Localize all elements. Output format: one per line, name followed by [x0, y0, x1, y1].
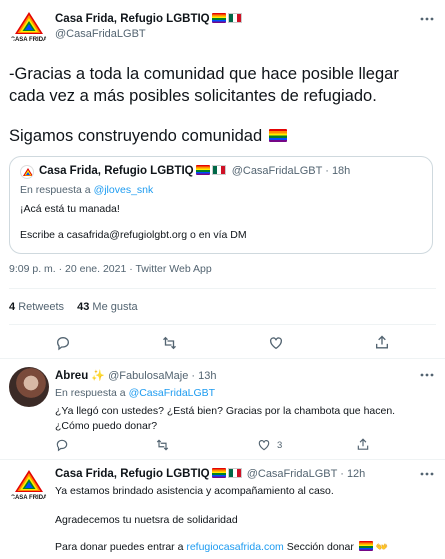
reply-time[interactable]: · 12h	[340, 468, 365, 480]
tweet-timestamp[interactable]: 9:09 p. m. · 20 ene. 2021 · Twitter Web …	[9, 263, 212, 275]
donate-suffix: Sección donar	[286, 541, 354, 553]
retweet-icon[interactable]	[155, 438, 170, 452]
quoted-text-line: Escribe a casafrida@refugiolgbt.org o en…	[20, 229, 247, 241]
likes-stat[interactable]: 43 Me gusta	[77, 301, 138, 313]
quoted-author-name: Casa Frida, Refugio LGBTIQ	[39, 165, 194, 177]
casa-frida-logo-icon	[23, 168, 33, 176]
reply-context: En respuesta a @CasaFridaLGBT	[55, 387, 215, 399]
tweet-stats: 4 Retweets 43 Me gusta	[9, 301, 138, 313]
reply-author-name[interactable]: Abreu	[55, 370, 88, 382]
like-icon[interactable]	[257, 438, 271, 452]
casa-frida-logo-icon: CASA FRIDA	[11, 470, 48, 501]
casa-frida-logo-icon: CASA FRIDA	[11, 12, 48, 43]
mexico-flag-icon	[211, 165, 226, 175]
svg-text:CASA FRIDA: CASA FRIDA	[11, 37, 48, 43]
divider	[0, 459, 445, 460]
author-handle[interactable]: @CasaFridaLGBT	[55, 28, 146, 40]
reply-text: ¿Ya llegó con ustedes? ¿Está bien? Graci…	[55, 404, 395, 434]
more-options-icon[interactable]	[420, 373, 434, 377]
author-avatar[interactable]: CASA FRIDA	[9, 8, 49, 48]
quoted-time: · 18h	[325, 165, 351, 177]
donate-prefix: Para donar puedes entrar a	[55, 541, 184, 553]
reply-author-avatar[interactable]	[9, 367, 49, 407]
reply-prefix: En respuesta a	[20, 184, 91, 196]
retweets-count: 4	[9, 301, 16, 313]
reply-author-handle[interactable]: @CasaFridaLGBT	[247, 468, 337, 480]
reply-text-line: Ya estamos brindado asistencia y acompañ…	[55, 485, 334, 497]
reply-header: Casa Frida, Refugio LGBTIQ @CasaFridaLGB…	[55, 468, 365, 480]
reply-prefix: En respuesta a	[55, 387, 126, 399]
reply-header: Abreu ✨ @FabulosaMaje · 13h	[55, 369, 216, 382]
reply-to-link[interactable]: @CasaFridaLGBT	[129, 387, 216, 399]
share-icon[interactable]	[356, 437, 370, 452]
reply-text-line: ¿Cómo puedo donar?	[55, 420, 158, 432]
more-options-icon[interactable]	[420, 472, 434, 476]
more-options-icon[interactable]	[420, 14, 434, 24]
tweet-text-line3: Sigamos construyendo comunidad	[9, 125, 287, 147]
tweet-text-line: cada vez a más posibles solicitantes de …	[9, 87, 377, 105]
divider	[9, 324, 436, 325]
quoted-author-handle: @CasaFridaLGBT	[231, 165, 323, 177]
sparkles-icon: ✨	[91, 370, 105, 382]
mexico-flag-icon	[227, 13, 242, 23]
rainbow-flag-icon	[358, 541, 373, 551]
reply-icon[interactable]	[55, 335, 71, 351]
tweet-text: -Gracias a toda la comunidad que hace po…	[9, 63, 439, 107]
reply-text-line: Para donar puedes entrar a refugiocasafr…	[55, 541, 388, 553]
retweet-icon[interactable]	[161, 335, 178, 351]
quoted-reply-context: En respuesta a @jloves_snk	[20, 184, 153, 196]
divider	[0, 358, 445, 359]
retweets-stat[interactable]: 4 Retweets	[9, 301, 64, 313]
tweet-text-line: -Gracias a toda la comunidad que hace po…	[9, 65, 399, 83]
share-icon[interactable]	[374, 334, 390, 351]
author-name[interactable]: Casa Frida, Refugio LGBTIQ	[55, 13, 242, 25]
reply-author-handle[interactable]: @FabulosaMaje	[108, 370, 188, 382]
likes-count: 43	[77, 301, 90, 313]
like-icon[interactable]	[268, 335, 284, 351]
likes-label: Me gusta	[92, 301, 138, 313]
tweet-text-line: Sigamos construyendo comunidad	[9, 127, 263, 145]
like-count: 3	[277, 440, 283, 451]
reply-to-link[interactable]: @jloves_snk	[94, 184, 154, 196]
reply-icon[interactable]	[55, 438, 69, 452]
author-name-text[interactable]: Casa Frida, Refugio LGBTIQ	[55, 13, 210, 25]
quoted-text-line: ¡Acá está tu manada!	[20, 203, 120, 215]
reply-author-name[interactable]: Casa Frida, Refugio LGBTIQ	[55, 468, 210, 480]
reply-author-avatar[interactable]: CASA FRIDA	[9, 466, 49, 506]
reply-text-line: ¿Ya llegó con ustedes? ¿Está bien? Graci…	[55, 405, 396, 417]
divider	[9, 288, 436, 289]
mexico-flag-icon	[227, 468, 242, 478]
reply-time[interactable]: · 13h	[191, 370, 216, 382]
rainbow-flag-icon	[268, 129, 287, 142]
retweets-label: Retweets	[18, 301, 65, 313]
rainbow-flag-icon	[211, 13, 226, 23]
quoted-tweet-card[interactable]: Casa Frida, Refugio LGBTIQ @CasaFridaLGB…	[9, 156, 433, 254]
clapping-hands-icon: 👐	[375, 542, 389, 553]
quoted-header: Casa Frida, Refugio LGBTIQ @CasaFridaLGB…	[20, 165, 351, 179]
reply-text-line: Agradecemos tu nuetsra de solidaridad	[55, 514, 238, 526]
quoted-avatar	[20, 165, 34, 179]
rainbow-flag-icon	[211, 468, 226, 478]
svg-text:CASA FRIDA: CASA FRIDA	[11, 495, 48, 501]
rainbow-flag-icon	[195, 165, 210, 175]
donate-link[interactable]: refugiocasafrida.com	[186, 541, 283, 553]
